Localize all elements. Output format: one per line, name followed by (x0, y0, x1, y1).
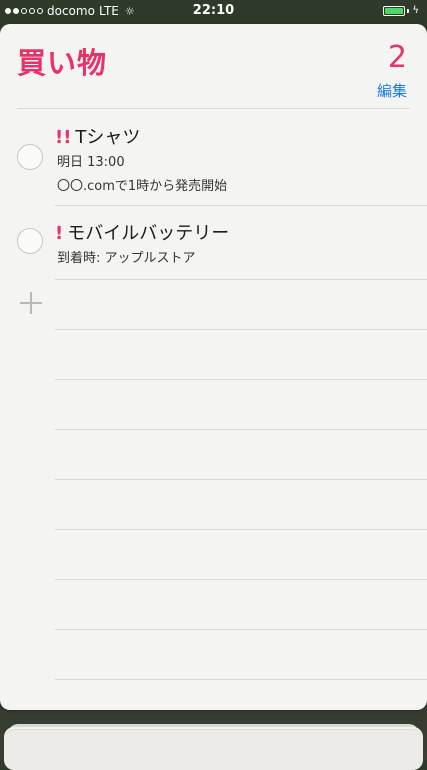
ruled-line (55, 629, 427, 630)
ruled-line (55, 529, 427, 530)
ruled-line (55, 379, 427, 380)
priority-marker: !! (55, 127, 72, 148)
battery-fill (385, 7, 404, 14)
complete-checkbox[interactable] (17, 144, 43, 170)
item-notes: 〇〇.comで1時から発売開始 (57, 179, 228, 194)
ruled-line (55, 579, 427, 580)
reminders-card: 買い物 2 編集 !! Tシャツ 明日 13:00 〇〇.comで1時から発売開始… (0, 24, 427, 710)
ruled-line (55, 679, 427, 680)
battery-icon: ϟ (383, 5, 419, 16)
reminder-count: 2 (387, 40, 407, 75)
divider (55, 205, 427, 206)
item-location: 到着時: アップルストア (57, 251, 196, 266)
item-title[interactable]: Tシャツ (75, 127, 140, 148)
divider (55, 279, 427, 280)
item-title-line: !! Tシャツ (55, 123, 140, 149)
charging-bolt-icon: ϟ (412, 5, 419, 16)
ruled-line (55, 479, 427, 480)
divider (17, 108, 410, 109)
edit-button[interactable]: 編集 (377, 80, 407, 101)
item-title[interactable]: モバイルバッテリー (67, 223, 229, 244)
complete-checkbox[interactable] (17, 228, 43, 254)
list-title: 買い物 (17, 46, 108, 80)
divider (55, 329, 427, 330)
item-due-date: 明日 13:00 (57, 155, 125, 170)
add-reminder-icon[interactable] (20, 292, 42, 314)
ruled-line (55, 429, 427, 430)
status-bar: docomo LTE ☼ 22:10 ϟ (0, 0, 427, 22)
status-time: 22:10 (192, 3, 235, 18)
item-title-line: ! モバイルバッテリー (55, 219, 229, 245)
stacked-list[interactable] (4, 730, 423, 770)
priority-marker: ! (55, 223, 64, 244)
